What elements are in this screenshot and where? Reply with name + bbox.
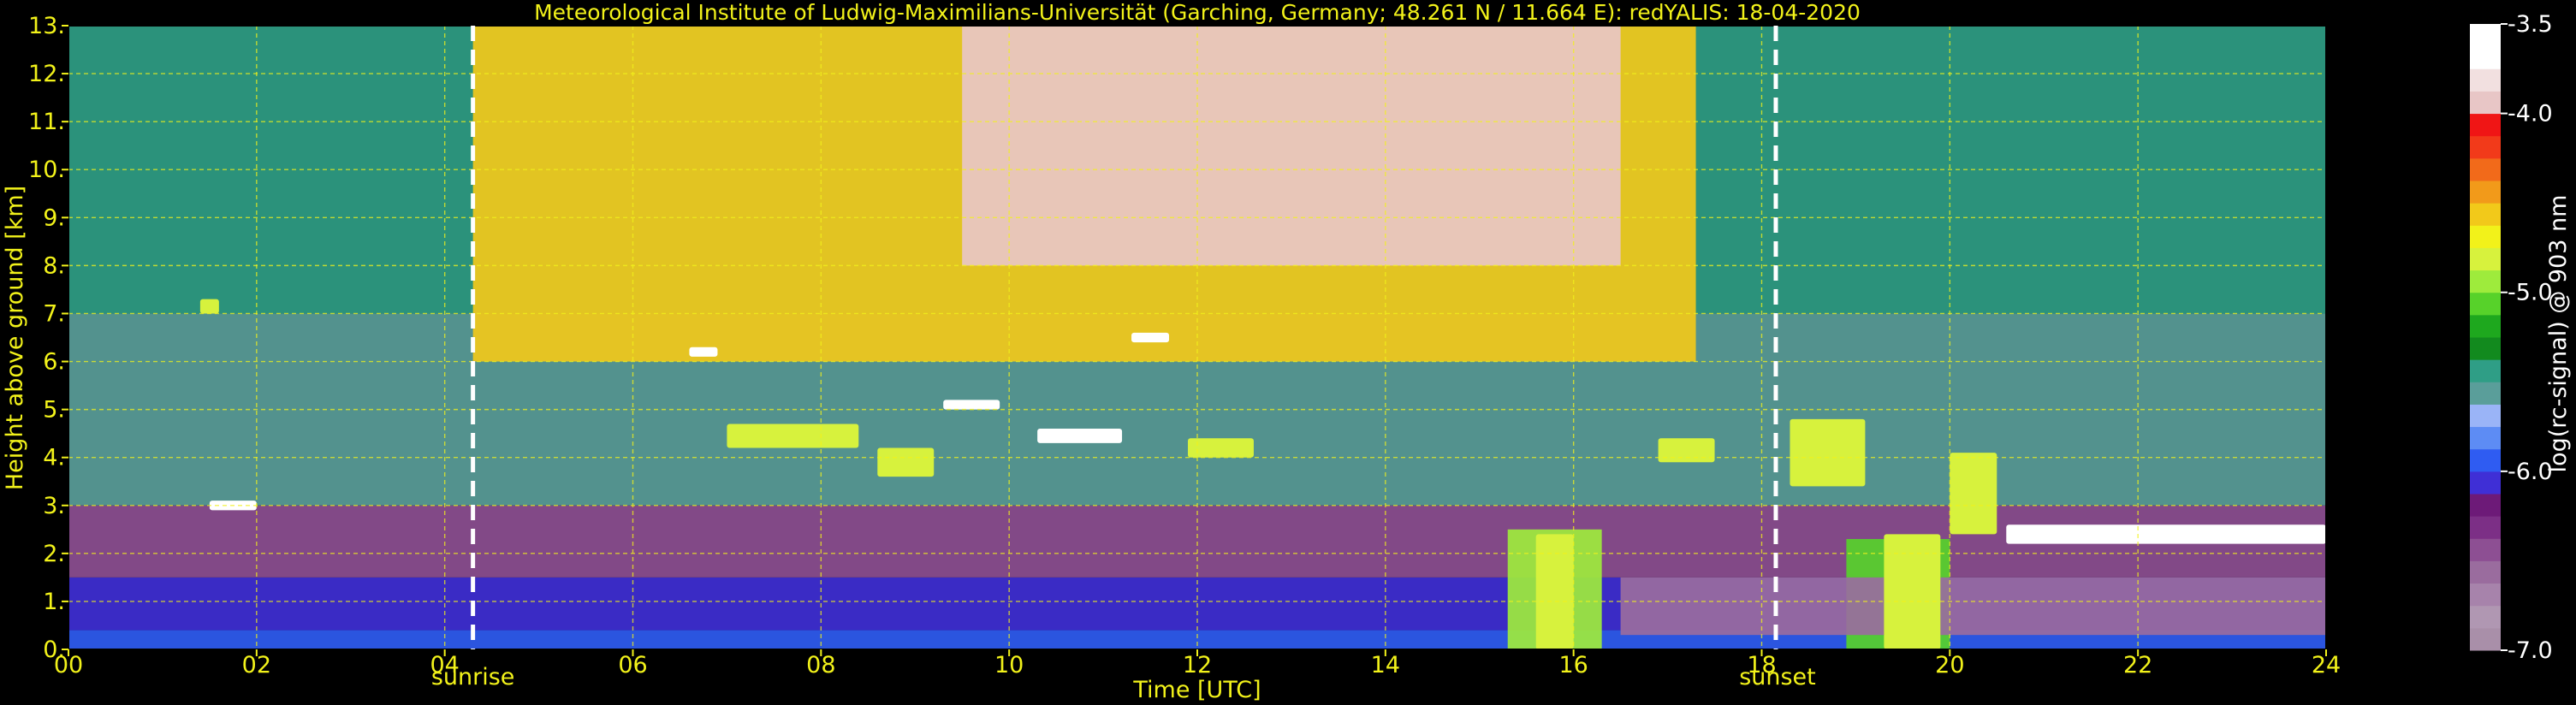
colorbar-segment xyxy=(2470,68,2501,92)
y-tick-label: 12. xyxy=(28,61,65,87)
colorbar-segment xyxy=(2470,516,2501,539)
cloud-feature xyxy=(1950,453,1997,535)
cloud-feature xyxy=(1131,332,1170,343)
x-tick-label: 24 xyxy=(2312,652,2341,678)
colorbar-segment xyxy=(2470,382,2501,405)
y-tick-label: 10. xyxy=(28,157,65,183)
colorbar-segment xyxy=(2470,471,2501,495)
y-tick-label: 4. xyxy=(43,445,65,471)
cloud-feature xyxy=(1188,438,1254,458)
colorbar-tick-label: -4.0 xyxy=(2508,101,2553,127)
cloud-feature xyxy=(1037,429,1123,443)
colorbar-tick-label: -7.0 xyxy=(2508,637,2553,664)
lidar-chart: Meteorological Institute of Ludwig-Maxim… xyxy=(0,0,2576,705)
colorbar-segment xyxy=(2470,91,2501,115)
x-tick-label: 18 xyxy=(1747,652,1776,678)
cloud-feature xyxy=(1884,534,1941,649)
colorbar-segment xyxy=(2470,560,2501,584)
colorbar-segment xyxy=(2470,270,2501,293)
colorbar xyxy=(2470,24,2501,651)
colorbar-segment xyxy=(2470,292,2501,316)
cloud-feature xyxy=(2006,524,2326,544)
colorbar-segment xyxy=(2470,448,2501,472)
cloud-feature xyxy=(727,424,859,448)
colorbar-segment xyxy=(2470,203,2501,226)
y-axis-label: Height above ground [km] xyxy=(2,186,28,490)
x-axis-label: Time [UTC] xyxy=(1132,677,1261,703)
colorbar-segment xyxy=(2470,605,2501,629)
colorbar-segment xyxy=(2470,157,2501,181)
x-tick-label: 14 xyxy=(1371,652,1400,678)
colorbar-label: log(rc-signal) @ 903 nm xyxy=(2545,195,2572,473)
x-tick-label: 06 xyxy=(618,652,647,678)
colorbar-segment xyxy=(2470,225,2501,248)
x-tick-label: 02 xyxy=(242,652,271,678)
heatmap-region xyxy=(1620,577,2326,636)
y-tick-label: 8. xyxy=(43,252,65,279)
colorbar-segment xyxy=(2470,538,2501,561)
colorbar-segment xyxy=(2470,404,2501,428)
x-tick-label: 10 xyxy=(994,652,1024,678)
heatmap-region xyxy=(962,26,1621,266)
cloud-feature xyxy=(1790,418,1866,487)
colorbar-tick-label: -3.5 xyxy=(2508,11,2553,38)
cloud-feature xyxy=(943,400,1000,410)
cloud-feature xyxy=(1535,534,1574,649)
colorbar-segment xyxy=(2470,426,2501,450)
cloud-feature xyxy=(1658,438,1715,463)
colorbar-segment xyxy=(2470,314,2501,338)
y-tick-label: 2. xyxy=(43,541,65,567)
colorbar-segment xyxy=(2470,181,2501,204)
y-tick-label: 6. xyxy=(43,349,65,376)
y-tick-label: 1. xyxy=(43,589,65,615)
colorbar-segment xyxy=(2470,247,2501,271)
x-tick-label: 22 xyxy=(2123,652,2152,678)
y-tick-label: 7. xyxy=(43,300,65,327)
y-tick-label: 11. xyxy=(28,109,65,135)
chart-title: Meteorological Institute of Ludwig-Maxim… xyxy=(534,0,1861,25)
x-tick-label: 20 xyxy=(1935,652,1964,678)
cloud-feature xyxy=(199,299,219,314)
colorbar-segment xyxy=(2470,359,2501,382)
cloud-feature xyxy=(689,347,718,357)
y-tick-label: 0. xyxy=(43,637,65,663)
colorbar-segment xyxy=(2470,583,2501,607)
colorbar-segment xyxy=(2470,46,2501,69)
y-tick-label: 9. xyxy=(43,204,65,231)
colorbar-segment xyxy=(2470,135,2501,159)
x-tick-label: 12 xyxy=(1183,652,1212,678)
y-tick-label: 13. xyxy=(28,13,65,39)
colorbar-segment xyxy=(2470,113,2501,137)
y-tick-label: 5. xyxy=(43,397,65,424)
x-tick-label: 16 xyxy=(1558,652,1588,678)
colorbar-segment xyxy=(2470,494,2501,517)
colorbar-segment xyxy=(2470,627,2501,651)
colorbar-segment xyxy=(2470,337,2501,360)
colorbar-segment xyxy=(2470,24,2501,47)
x-tick-label: 08 xyxy=(806,652,835,678)
x-tick-label: 04 xyxy=(430,652,459,678)
y-tick-label: 3. xyxy=(43,493,65,519)
cloud-feature xyxy=(877,447,935,477)
